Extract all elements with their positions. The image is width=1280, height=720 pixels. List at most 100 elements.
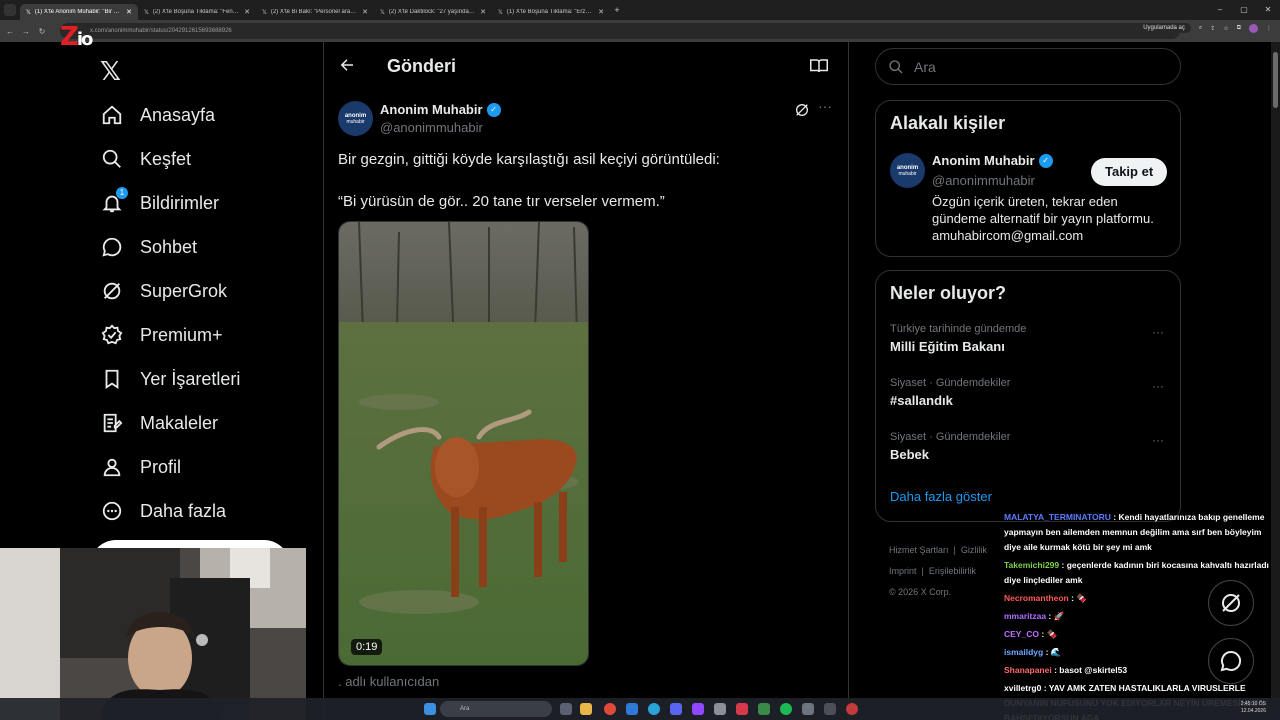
search-box[interactable]: Ara <box>875 48 1181 85</box>
author-name[interactable]: Anonim Muhabir ✓ <box>380 102 501 117</box>
tab-close-icon[interactable]: ✕ <box>362 8 368 16</box>
related-name[interactable]: Anonim Muhabir ✓ <box>932 153 1053 168</box>
discord-icon[interactable] <box>670 703 682 715</box>
forward-nav-icon[interactable]: → <box>20 27 32 36</box>
browser-tab[interactable]: 𝕏(2) X'te Boşuna Tıklama: "Fenomen... ✕ <box>138 4 256 20</box>
trend-item[interactable]: Siyaset · Gündemdekiler #sallandık ··· <box>890 377 1170 408</box>
app-icon[interactable] <box>802 703 814 715</box>
url-field[interactable]: x.com/anonimmuhabir/status/2042912615693… <box>60 23 1180 39</box>
sidebar-item-profil[interactable]: Profil <box>100 445 181 489</box>
browser-tab[interactable]: 𝕏 (2) X'te Bi Bakî: "Personel arasın... ✕ <box>256 4 374 20</box>
footer-link[interactable]: Gizlilik <box>961 545 987 555</box>
chat-username[interactable]: CEY_CO <box>1004 629 1039 639</box>
post-more-icon[interactable]: ··· <box>818 98 832 114</box>
chat-username[interactable]: xvilletrg0 <box>1004 683 1041 693</box>
author-avatar[interactable]: anonim muhabir <box>338 101 373 136</box>
chat-username[interactable]: ismaildyg <box>1004 647 1043 657</box>
post-video[interactable]: 0:19 <box>338 221 589 666</box>
verified-badge-icon: ✓ <box>486 102 501 117</box>
search-icon <box>889 59 903 73</box>
sidebar-item-anasayfa[interactable]: Anasayfa <box>100 93 215 137</box>
back-nav-icon[interactable]: ← <box>4 27 16 36</box>
webcam-overlay <box>0 548 306 720</box>
sidebar-item-keşfet[interactable]: Keşfet <box>100 137 191 181</box>
chat-username[interactable]: MALATYA_TERMINATORU <box>1004 512 1111 522</box>
trend-more-icon[interactable]: ··· <box>1152 433 1164 447</box>
article-icon <box>100 411 124 435</box>
chat-username[interactable]: Shanapanei <box>1004 665 1052 675</box>
minimize-icon[interactable]: – <box>1208 0 1232 20</box>
browser-tab[interactable]: 𝕏(1) X'te Boşuna Tıklama: "Erzurum...✕ <box>492 4 610 20</box>
trend-more-icon[interactable]: ··· <box>1152 379 1164 393</box>
browser-menu-icon[interactable]: ⋮ <box>1266 25 1272 32</box>
edge-icon[interactable] <box>648 703 660 715</box>
explorer-icon[interactable] <box>580 703 592 715</box>
app-icon[interactable] <box>714 703 726 715</box>
close-icon[interactable]: ✕ <box>1256 0 1280 20</box>
chat-text: 🚀 <box>1053 611 1065 621</box>
chat-username[interactable]: mmaritzaa <box>1004 611 1046 621</box>
zoom-icon[interactable]: ⌕ <box>1199 25 1202 32</box>
footer-link[interactable]: Imprint <box>889 566 917 576</box>
trend-item[interactable]: Siyaset · Gündemdekiler Bebek ··· <box>890 431 1170 462</box>
browser-tab[interactable]: 𝕏(1) X'te Anonim Muhabir: "Bir gezgin...… <box>20 4 138 20</box>
new-tab-button[interactable]: + <box>610 5 624 15</box>
chat-username[interactable]: Takemichi299 <box>1004 560 1059 570</box>
trend-item[interactable]: Türkiye tarihinde gündemde Milli Eğitim B… <box>890 323 1170 354</box>
taskbar-clock[interactable]: 2:45:10 ÖS 12.04.2026 <box>1241 701 1266 715</box>
tab-close-icon[interactable]: ✕ <box>598 8 604 16</box>
sidebar-item-yer-i-şaretleri[interactable]: Yer İşaretleri <box>100 357 240 401</box>
post-attribution: . adlı kullanıcıdan <box>338 674 440 689</box>
store-icon[interactable] <box>626 703 638 715</box>
related-handle[interactable]: @anonimmuhabir <box>932 173 1035 188</box>
trend-more-icon[interactable]: ··· <box>1152 325 1164 339</box>
profile-icon[interactable] <box>1249 23 1258 33</box>
reload-icon[interactable]: ↻ <box>36 27 48 36</box>
app-icon[interactable] <box>846 703 858 715</box>
tab-title: (1) X'te Anonim Muhabir: "Bir gezgin... <box>34 9 122 15</box>
grok-icon[interactable] <box>794 102 810 123</box>
follow-button[interactable]: Takip et <box>1091 158 1168 186</box>
app-icon[interactable] <box>736 703 748 715</box>
scrollbar-thumb[interactable] <box>1273 52 1278 108</box>
footer-link[interactable]: Hizmet Şartları <box>889 545 949 555</box>
star-icon[interactable]: ☆ <box>1223 25 1228 32</box>
sidebar-item-makaleler[interactable]: Makaleler <box>100 401 218 445</box>
sidebar-item-bildirimler[interactable]: 1 Bildirimler <box>100 181 219 225</box>
related-avatar[interactable]: anonim muhabir <box>890 153 925 188</box>
extensions-icon[interactable]: ⧉ <box>1237 25 1241 32</box>
twitch-icon[interactable] <box>692 703 704 715</box>
tab-menu-button[interactable] <box>4 4 16 16</box>
sidebar-item-daha-fazla[interactable]: Daha fazla <box>100 489 226 533</box>
taskview-icon[interactable] <box>560 703 572 715</box>
stream-chat-overlay: MALATYA_TERMINATORU : Kendi hayatlarınız… <box>1004 510 1280 720</box>
footer-link[interactable]: Erişilebilirlik <box>929 566 976 576</box>
start-icon[interactable] <box>424 703 436 715</box>
reader-mode-icon[interactable] <box>810 58 828 79</box>
open-in-app-button[interactable]: Uygulamada aç <box>1137 23 1191 33</box>
chat-username[interactable]: Necromantheon <box>1004 593 1069 603</box>
app-icon[interactable] <box>758 703 770 715</box>
trend-topic: Bebek <box>890 447 930 462</box>
sidebar-item-sohbet[interactable]: Sohbet <box>100 225 197 269</box>
spotify-icon[interactable] <box>780 703 792 715</box>
tab-close-icon[interactable]: ✕ <box>126 8 132 16</box>
page-scrollbar[interactable] <box>1271 42 1280 698</box>
taskbar-search[interactable]: Ara <box>440 701 552 717</box>
author-handle[interactable]: @anonimmuhabir <box>380 120 483 135</box>
tab-close-icon[interactable]: ✕ <box>480 8 486 16</box>
maximize-icon[interactable]: ▢ <box>1232 0 1256 20</box>
share-icon[interactable]: ⇪ <box>1210 25 1215 32</box>
sidebar-item-supergrok[interactable]: SuperGrok <box>100 269 227 313</box>
app-icon[interactable] <box>824 703 836 715</box>
back-arrow-icon[interactable] <box>338 56 356 79</box>
chrome-icon[interactable] <box>604 703 616 715</box>
chat-message: MALATYA_TERMINATORU : Kendi hayatlarınız… <box>1004 512 1265 552</box>
trends-title: Neler oluyor? <box>890 283 1007 303</box>
show-more-link[interactable]: Daha fazla göster <box>890 489 992 504</box>
sidebar-item-premium+[interactable]: Premium+ <box>100 313 223 357</box>
tab-close-icon[interactable]: ✕ <box>244 8 250 16</box>
x-logo-icon[interactable]: 𝕏 <box>100 56 121 87</box>
browser-tab[interactable]: 𝕏 (2) X'te Daktilock: "27 yaşındayım... ✕ <box>374 4 492 20</box>
more-circle-icon <box>100 499 124 523</box>
